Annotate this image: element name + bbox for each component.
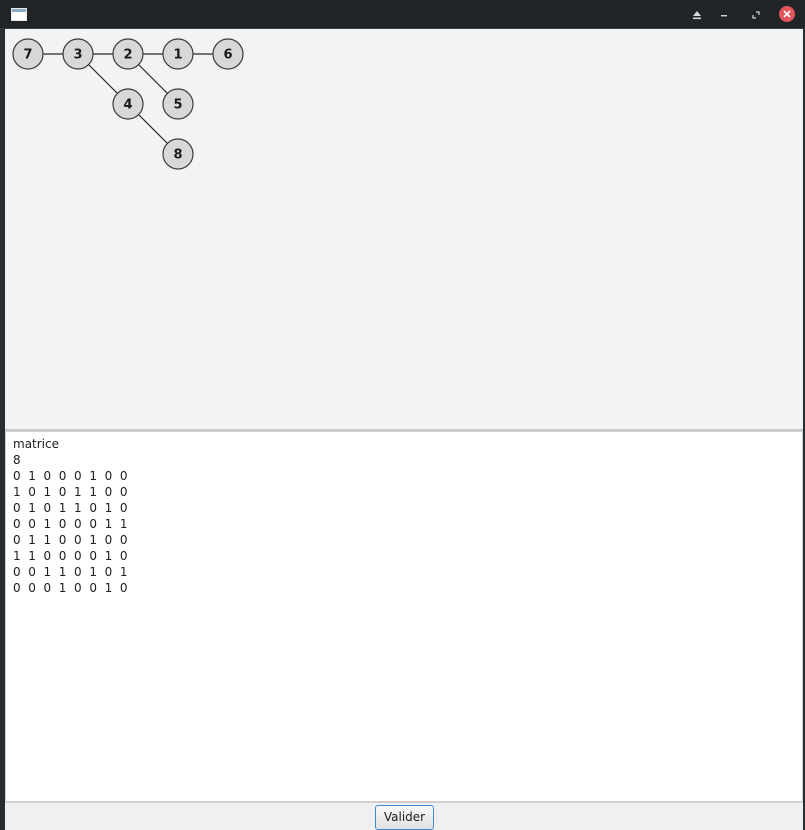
graph-node-1[interactable]: 1 — [162, 38, 194, 70]
matrix-row-line: 0 1 1 0 0 1 0 0 — [13, 533, 128, 547]
graph-node-label: 5 — [173, 98, 182, 113]
graph-node-label: 8 — [173, 148, 182, 163]
graph-node-label: 4 — [123, 98, 132, 113]
matrix-row-line: 0 0 1 1 0 1 0 1 — [13, 565, 128, 579]
maximize-icon[interactable] — [747, 6, 765, 24]
close-icon[interactable] — [779, 6, 795, 22]
graph-svg: 7 3 2 1 6 4 5 8 — [12, 38, 244, 170]
matrix-label-line: matrice — [13, 437, 59, 451]
graph-node-label: 2 — [123, 48, 132, 63]
matrix-row-line: 1 0 1 0 1 1 0 0 — [13, 485, 128, 499]
matrix-size-line: 8 — [13, 453, 21, 467]
matrix-row-line: 0 1 0 0 0 1 0 0 — [13, 469, 128, 483]
title-bar[interactable] — [0, 0, 805, 29]
graph-canvas[interactable]: 7 3 2 1 6 4 5 8 — [5, 29, 803, 429]
graph-node-label: 6 — [223, 48, 232, 63]
bottom-bar: Valider — [5, 802, 803, 830]
window-icon — [11, 8, 27, 21]
matrix-row-line: 0 0 0 1 0 0 1 0 — [13, 581, 128, 595]
matrix-row-line: 0 1 0 1 1 0 1 0 — [13, 501, 128, 515]
graph-node-3[interactable]: 3 — [62, 38, 94, 70]
graph-node-label: 1 — [173, 48, 182, 63]
graph-node-label: 7 — [23, 48, 32, 63]
graph-node-7[interactable]: 7 — [12, 38, 44, 70]
minimize-icon[interactable] — [715, 6, 733, 24]
matrix-text-area[interactable]: matrice 8 0 1 0 0 0 1 0 0 1 0 1 0 1 1 0 0 0 … — [5, 431, 803, 802]
graph-node-5[interactable]: 5 — [162, 88, 194, 120]
graph-node-4[interactable]: 4 — [112, 88, 144, 120]
valider-button[interactable]: Valider — [375, 805, 434, 830]
eject-icon[interactable] — [688, 6, 706, 24]
graph-node-8[interactable]: 8 — [162, 138, 194, 170]
matrix-row-line: 1 1 0 0 0 0 1 0 — [13, 549, 128, 563]
graph-node-2[interactable]: 2 — [112, 38, 144, 70]
graph-node-6[interactable]: 6 — [212, 38, 244, 70]
app-window: 7 3 2 1 6 4 5 8 matrice 8 0 1 0 0 0 1 0 0 1 0 1 0 … — [0, 0, 805, 830]
matrix-row-line: 0 0 1 0 0 0 1 1 — [13, 517, 128, 531]
graph-node-label: 3 — [73, 48, 82, 63]
